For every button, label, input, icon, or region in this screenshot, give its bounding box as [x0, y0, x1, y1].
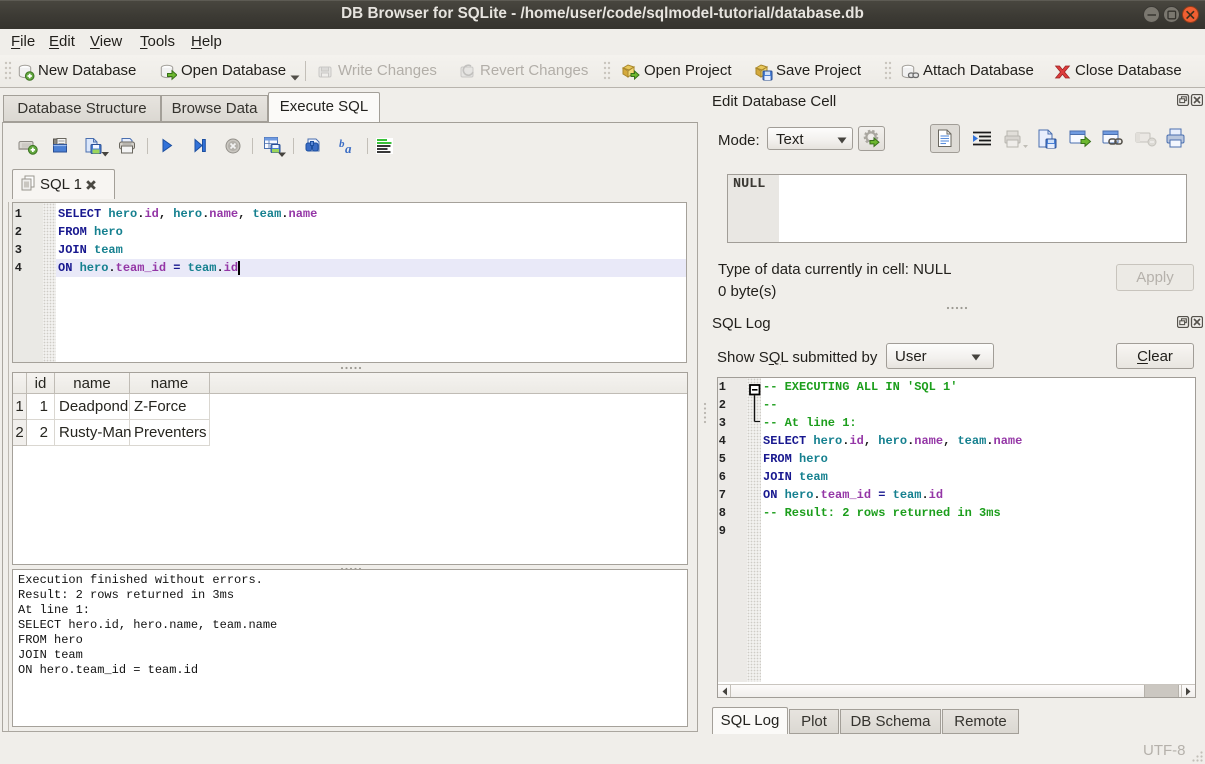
- svg-text:a: a: [345, 141, 352, 155]
